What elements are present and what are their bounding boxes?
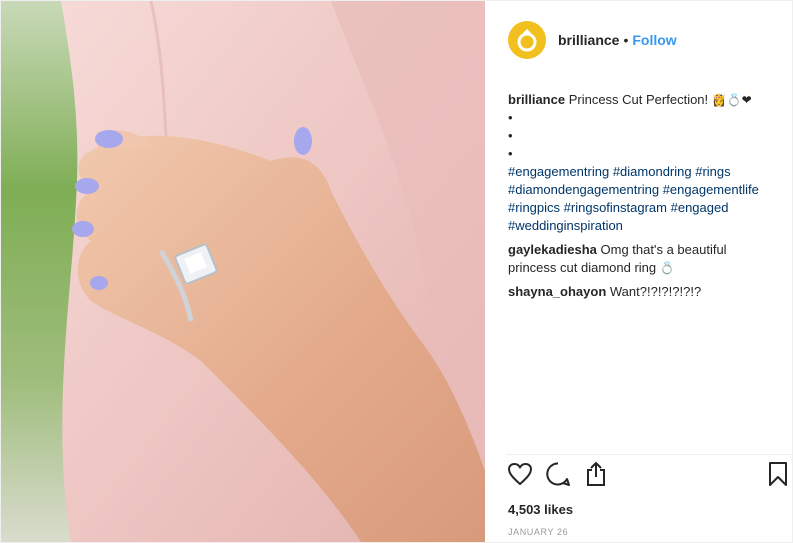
caption-username[interactable]: brilliance xyxy=(508,92,565,107)
actions-divider xyxy=(506,454,792,455)
ring-photo-image xyxy=(1,1,485,542)
hashtag-link[interactable]: #engagementring xyxy=(508,164,609,179)
comment-item: gaylekadiesha Omg that's a beautiful pri… xyxy=(508,241,778,277)
caption-text: Princess Cut Perfection! xyxy=(568,92,709,107)
post-date[interactable]: JANUARY 26 xyxy=(508,527,568,537)
header-separator: • xyxy=(623,31,629,48)
instagram-post: brilliance • Follow brilliance Princess Cu… xyxy=(0,0,793,543)
post-sidebar: brilliance • Follow brilliance Princess Cu… xyxy=(485,1,792,542)
hashtag-link[interactable]: #ringpics xyxy=(508,200,560,215)
comment-username[interactable]: shayna_ohayon xyxy=(508,284,606,299)
caption-emojis: 👸💍❤ xyxy=(711,93,752,107)
comment-icon[interactable] xyxy=(544,460,572,488)
comment-item: shayna_ohayon Want?!?!?!?!?!? xyxy=(508,283,778,301)
caption: brilliance Princess Cut Perfection! 👸💍❤ xyxy=(508,91,778,109)
heart-icon[interactable] xyxy=(506,460,534,488)
hashtag-link[interactable]: #rings xyxy=(695,164,730,179)
comments-section: brilliance Princess Cut Perfection! 👸💍❤ … xyxy=(508,91,778,301)
caption-bullet: • xyxy=(508,146,513,161)
bookmark-icon[interactable] xyxy=(764,460,792,488)
hashtag-link[interactable]: #ringsofinstagram xyxy=(564,200,667,215)
post-header: brilliance • Follow xyxy=(485,1,792,78)
hashtag-link[interactable]: #diamondring xyxy=(613,164,692,179)
header-username[interactable]: brilliance xyxy=(558,32,619,48)
post-photo[interactable] xyxy=(1,1,485,542)
like-count[interactable]: 4,503 likes xyxy=(508,502,573,517)
comment-username[interactable]: gaylekadiesha xyxy=(508,242,597,257)
hashtag-link[interactable]: #engagementlife xyxy=(663,182,759,197)
comment-emoji: 💍 xyxy=(659,261,675,275)
hashtag-link[interactable]: #diamondengagementring xyxy=(508,182,659,197)
follow-button[interactable]: Follow xyxy=(632,32,676,48)
hashtag-list: #engagementring #diamondring #rings #dia… xyxy=(508,163,778,235)
hashtag-link[interactable]: #weddinginspiration xyxy=(508,218,623,233)
comment-text: Want?!?!?!?!?!? xyxy=(609,284,702,299)
action-bar xyxy=(506,460,792,488)
share-icon[interactable] xyxy=(582,460,610,488)
hashtag-link[interactable]: #engaged xyxy=(671,200,729,215)
caption-bullet: • xyxy=(508,128,513,143)
caption-bullet: • xyxy=(508,110,513,125)
ring-logo-icon[interactable] xyxy=(508,20,546,59)
